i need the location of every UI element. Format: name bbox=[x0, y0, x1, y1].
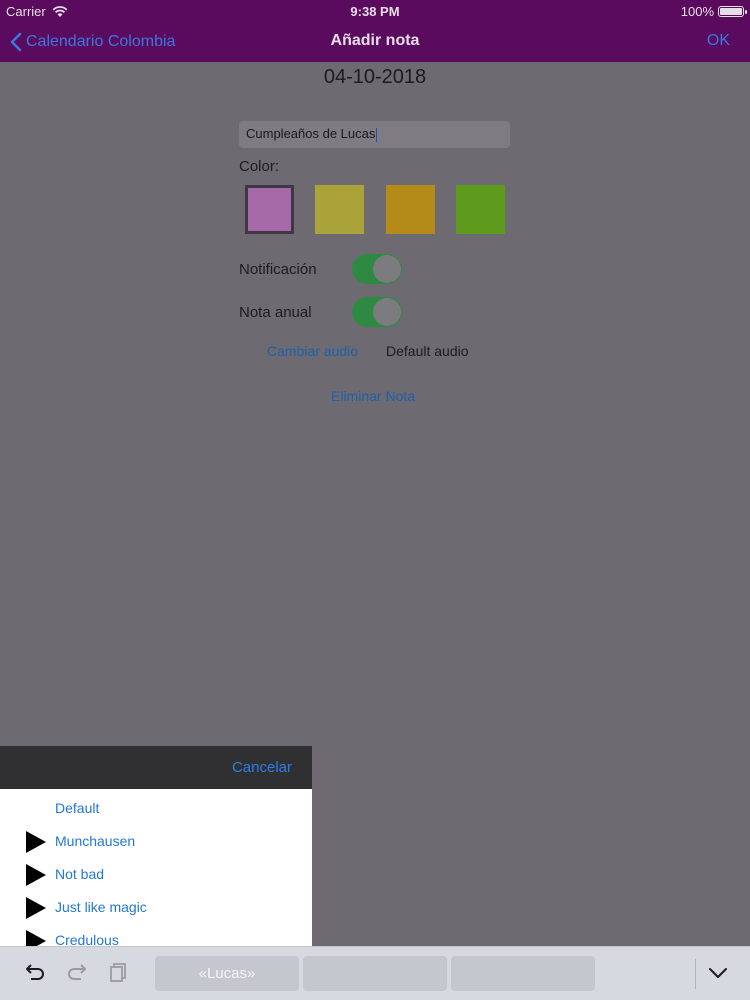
status-bar: Carrier 9:38 PM 100% bbox=[0, 0, 750, 22]
color-swatch-green[interactable] bbox=[456, 185, 505, 234]
audio-option-credulous[interactable]: Credulous bbox=[0, 923, 312, 946]
cancel-button[interactable]: Cancelar bbox=[232, 759, 292, 776]
play-icon[interactable] bbox=[26, 930, 46, 946]
redo-icon[interactable] bbox=[65, 961, 89, 985]
page-title: Añadir nota bbox=[330, 32, 420, 49]
dismiss-keyboard-icon[interactable] bbox=[706, 961, 730, 985]
note-title-input[interactable]: Cumpleaños de Lucas bbox=[239, 121, 510, 148]
notification-toggle[interactable] bbox=[352, 254, 402, 284]
notification-label: Notificación bbox=[239, 261, 317, 278]
suggestion-2[interactable] bbox=[303, 956, 447, 991]
audio-option-label: Credulous bbox=[55, 932, 119, 946]
paste-icon[interactable] bbox=[105, 961, 129, 985]
delete-note-button[interactable]: Eliminar Nota bbox=[331, 388, 415, 404]
suggestion-3[interactable] bbox=[451, 956, 595, 991]
annual-note-toggle[interactable] bbox=[352, 297, 402, 327]
play-icon[interactable] bbox=[26, 831, 46, 853]
color-label: Color: bbox=[239, 158, 280, 175]
battery-indicator: 100% bbox=[680, 4, 747, 19]
undo-icon[interactable] bbox=[23, 961, 47, 985]
note-date: 04-10-2018 bbox=[323, 66, 427, 88]
audio-option-label: Default bbox=[55, 800, 100, 816]
suggestion-1[interactable]: «Lucas» bbox=[155, 956, 299, 991]
battery-percent: 100% bbox=[680, 4, 714, 19]
toggle-knob bbox=[373, 298, 401, 326]
toggle-knob bbox=[373, 255, 401, 283]
annual-note-label: Nota anual bbox=[239, 304, 312, 321]
audio-option-munchausen[interactable]: Munchausen bbox=[0, 824, 312, 857]
audio-picker-header: Cancelar bbox=[0, 746, 312, 789]
audio-option-label: Not bad bbox=[55, 866, 105, 882]
audio-option-label: Munchausen bbox=[55, 833, 136, 849]
note-title-value: Cumpleaños de Lucas bbox=[246, 126, 376, 141]
audio-option-label: Just like magic bbox=[55, 899, 147, 915]
clock: 9:38 PM bbox=[350, 4, 400, 19]
text-caret bbox=[376, 127, 378, 142]
divider bbox=[695, 959, 696, 989]
audio-option-not-bad[interactable]: Not bad bbox=[0, 857, 312, 890]
audio-option-just-like-magic[interactable]: Just like magic bbox=[0, 890, 312, 923]
ok-button[interactable]: OK bbox=[707, 32, 730, 50]
color-swatch-purple[interactable] bbox=[245, 185, 294, 234]
audio-option-default[interactable]: Default bbox=[0, 791, 312, 824]
play-icon[interactable] bbox=[26, 897, 46, 919]
audio-picker-list: Default Munchausen Not bad Just like mag… bbox=[0, 789, 312, 946]
play-icon[interactable] bbox=[26, 864, 46, 886]
change-audio-button[interactable]: Cambiar audio bbox=[267, 343, 358, 359]
color-swatch-yellow[interactable] bbox=[315, 185, 364, 234]
battery-icon bbox=[718, 6, 747, 17]
color-swatch-orange[interactable] bbox=[386, 185, 435, 234]
navigation-bar: Calendario Colombia Añadir nota OK bbox=[0, 22, 750, 62]
keyboard-shortcut-bar: «Lucas» bbox=[0, 946, 750, 1000]
audio-value: Default audio bbox=[386, 343, 469, 359]
